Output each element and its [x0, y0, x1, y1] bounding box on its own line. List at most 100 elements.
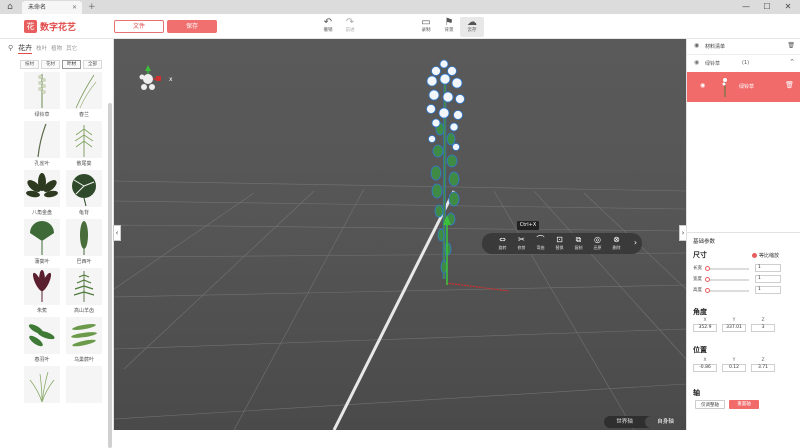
redo-label: 前进	[345, 28, 355, 33]
close-tab-icon[interactable]: ✕	[72, 1, 77, 14]
material-item[interactable]	[64, 366, 104, 414]
material-thumbnail	[24, 121, 60, 158]
material-item[interactable]: 孔雀叶	[22, 121, 62, 169]
tab-flowers[interactable]: 花卉	[18, 43, 33, 54]
eye-icon[interactable]: ◉	[694, 59, 699, 66]
material-label: 八角金盘	[31, 210, 52, 216]
material-list-title: 材料清单	[705, 44, 726, 50]
copy-button[interactable]: ⧉ 复制	[570, 235, 587, 251]
reset-axis-button[interactable]: 重置轴	[729, 400, 759, 409]
background-button[interactable]: ⚑ 背景	[437, 17, 461, 34]
tab-foliage[interactable]: 枝叶	[36, 44, 47, 52]
angle-title: 角度	[693, 308, 707, 316]
subtab-flower[interactable]: 花材	[41, 60, 60, 69]
self-axis-button[interactable]: 自身轴	[645, 416, 686, 428]
proportional-scale-toggle[interactable]: 等比缩放	[752, 252, 779, 259]
angle-x-input[interactable]: 352.9	[693, 324, 717, 332]
rotate-button[interactable]: ⇔ 旋转	[494, 235, 511, 251]
material-list-header: ◉ 材料清单 🗑	[687, 39, 800, 55]
record-button[interactable]: ▭ 录制	[414, 17, 438, 34]
gizmo-x-label: x	[169, 76, 173, 83]
trash-icon[interactable]: 🗑	[785, 81, 794, 89]
maximize-icon[interactable]: ☐	[757, 0, 777, 14]
position-x-input[interactable]: -0.86	[693, 364, 717, 372]
length-slider-row: 长宽 1	[693, 264, 797, 273]
slider-knob[interactable]	[705, 266, 710, 271]
material-item[interactable]	[22, 366, 62, 414]
eye-icon[interactable]: ◉	[694, 42, 699, 49]
search-icon[interactable]: ⚲	[8, 44, 13, 52]
rotate-label: 旋转	[498, 245, 507, 250]
subtab-branch[interactable]: 枝材	[20, 60, 39, 69]
trash-icon[interactable]: 🗑	[787, 42, 795, 49]
save-button[interactable]: 保存	[167, 20, 217, 33]
bend-button[interactable]: ⌒ 弯曲	[532, 235, 549, 251]
material-item[interactable]: 蒲葵叶	[22, 219, 62, 267]
material-list-item[interactable]: ◉ 绿铃草 🗑	[687, 72, 800, 102]
width-slider[interactable]	[705, 277, 749, 282]
slider-knob[interactable]	[705, 288, 710, 293]
home-icon[interactable]: ⌂	[0, 0, 20, 14]
material-item[interactable]: 散尾葵	[64, 121, 104, 169]
material-label: 绿铃草	[34, 112, 50, 118]
subtab-leaf[interactable]: 叶材	[62, 60, 81, 69]
tab-other[interactable]: 其它	[66, 44, 77, 52]
material-thumbnail	[66, 170, 102, 207]
bend-icon: ⌒	[536, 235, 545, 244]
adjust-axis-button[interactable]: 仅调整轴	[695, 400, 725, 409]
length-slider[interactable]	[705, 266, 749, 271]
world-axis-button[interactable]: 世界轴	[604, 416, 645, 428]
width-input[interactable]: 1	[755, 275, 781, 283]
material-label: 朱蕉	[36, 308, 47, 314]
material-item[interactable]: 朱蕉	[22, 268, 62, 316]
material-label: 乌巢蕨叶	[73, 357, 94, 363]
length-input[interactable]: 1	[755, 264, 781, 272]
cloud-icon: ☁	[467, 17, 477, 28]
slider-knob[interactable]	[705, 277, 710, 282]
material-item[interactable]: 春兰	[64, 72, 104, 120]
copy-label: 复制	[574, 245, 583, 250]
position-z-input[interactable]: 3.71	[751, 364, 775, 372]
document-tab[interactable]: 未命名 ✕	[22, 1, 82, 14]
material-item[interactable]: 绿铃草	[22, 72, 62, 120]
material-item[interactable]: 巴西叶	[64, 219, 104, 267]
material-item[interactable]: 春羽叶	[22, 317, 62, 365]
more-button[interactable]: ›	[627, 238, 644, 248]
collapse-left-button[interactable]: ‹	[113, 225, 121, 241]
material-item[interactable]: 龟背	[64, 170, 104, 218]
bend-label: 弯曲	[536, 245, 545, 250]
material-item[interactable]: 乌巢蕨叶	[64, 317, 104, 365]
restore-icon: ◎	[594, 235, 601, 244]
record-label: 录制	[421, 28, 431, 33]
width-slider-row: 宽度 1	[693, 275, 797, 284]
angle-y-input[interactable]: 337.01	[722, 324, 746, 332]
delete-button[interactable]: ⊗ 删除	[608, 235, 625, 251]
trim-button[interactable]: ✂ 修剪	[513, 235, 530, 251]
chevron-up-icon[interactable]: ⌃	[789, 58, 795, 66]
height-input[interactable]: 1	[755, 286, 781, 294]
category-tabs: ⚲ 花卉 枝叶 植物 其它	[8, 43, 81, 54]
tab-plants[interactable]: 植物	[51, 44, 62, 52]
eye-icon[interactable]: ◉	[700, 82, 705, 89]
angle-z-input[interactable]: 3	[751, 324, 775, 332]
redo-button[interactable]: ↷ 前进	[338, 17, 362, 34]
restore-label: 还原	[593, 245, 602, 250]
undo-button[interactable]: ↶ 撤销	[316, 17, 340, 34]
material-group[interactable]: ◉ 绿铃草 (1) ⌃	[687, 57, 800, 71]
new-tab-icon[interactable]: +	[88, 0, 96, 14]
radio-icon	[752, 253, 757, 258]
material-item[interactable]: 八角金盘	[22, 170, 62, 218]
window-close-icon[interactable]: ✕	[778, 0, 798, 14]
library-scrollbar[interactable]	[108, 103, 112, 448]
position-y-input[interactable]: 0.12	[722, 364, 746, 372]
replace-button[interactable]: ⊡ 替换	[551, 235, 568, 251]
restore-button[interactable]: ◎ 还原	[589, 235, 606, 251]
minimize-icon[interactable]: —	[736, 0, 756, 14]
file-button[interactable]: 文件	[114, 20, 164, 33]
subtab-all[interactable]: 全部	[83, 60, 102, 69]
material-item[interactable]: 高山羊齿	[64, 268, 104, 316]
delete-label: 删除	[612, 245, 621, 250]
replace-icon: ⊡	[556, 235, 563, 244]
cloud-button[interactable]: ☁ 云存	[460, 17, 484, 37]
height-slider[interactable]	[705, 288, 749, 293]
